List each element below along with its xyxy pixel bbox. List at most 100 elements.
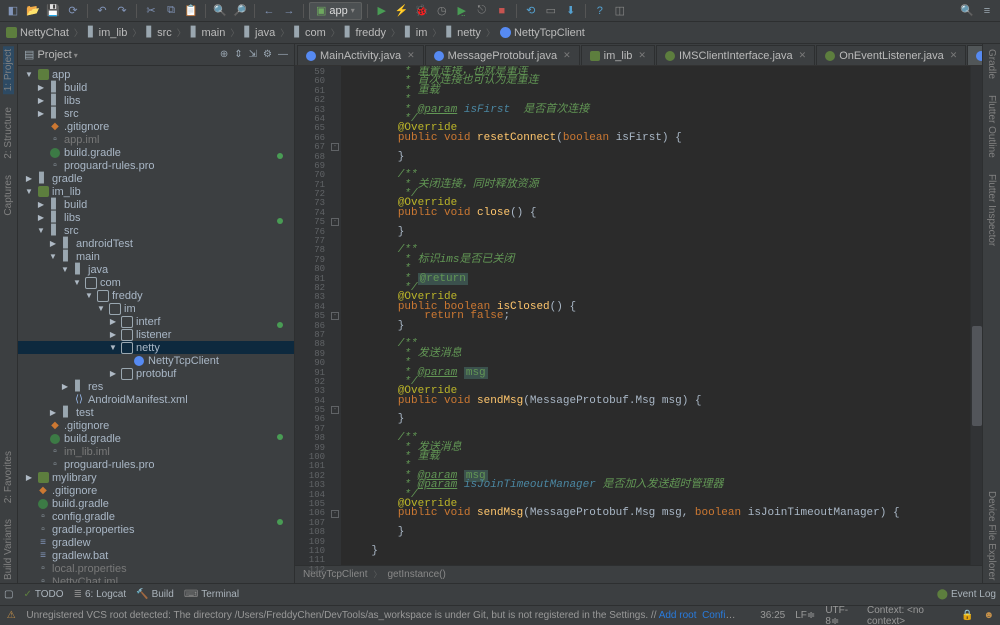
copy-icon[interactable]: ⧉ [162,2,180,20]
attach-debugger-icon[interactable]: ⎋ [473,2,491,20]
tree-item-test[interactable]: ▶▋test [18,406,294,419]
status-encoding[interactable]: UTF-8≑ [825,605,857,625]
crumb-imlib[interactable]: ▋im_lib [88,27,127,39]
crumb-src[interactable]: ▋src [146,27,171,39]
tree-item-src[interactable]: ▶▋src [18,107,294,120]
tree-item-build-gradle[interactable]: build.gradle [18,432,294,445]
tree-item-main[interactable]: ▼▋main [18,250,294,263]
stop-icon[interactable]: ■ [493,2,511,20]
forward-icon[interactable]: → [280,2,298,20]
close-tab-icon[interactable]: ✕ [407,50,415,61]
tab-im-lib[interactable]: im_lib✕ [581,45,655,65]
crumb-main[interactable]: ▋main [191,27,226,39]
fold-toggle[interactable]: - [331,406,339,414]
status-configure[interactable]: Configure [702,610,740,621]
close-tab-icon[interactable]: ✕ [799,50,807,61]
collapse-icon[interactable]: ⇲ [249,49,257,60]
tree-item-app[interactable]: ▼app [18,68,294,81]
fold-column[interactable]: ----- [329,66,341,565]
expand-icon[interactable]: ⇕ [234,49,242,60]
profile-icon[interactable]: ◷ [433,2,451,20]
back-icon[interactable]: ← [260,2,278,20]
tool-build-variants[interactable]: Build Variants [3,516,14,583]
close-tab-icon[interactable]: ✕ [638,50,646,61]
tree-item-build-gradle[interactable]: build.gradle [18,497,294,510]
tree-item-protobuf[interactable]: ▶protobuf [18,367,294,380]
minimap-thumb[interactable] [972,326,982,426]
project-title[interactable]: ▤ Project▾ [24,48,78,61]
android-icon[interactable]: ◧ [4,2,22,20]
tree-item--gitignore[interactable]: ◆.gitignore [18,419,294,432]
crumb-java[interactable]: ▋java [244,27,275,39]
tree-item-listener[interactable]: ▶listener [18,328,294,341]
code-editor[interactable]: * 重置连接，也就是重连 * 首次连接也可认为是重连 * 重载 * * @par… [341,66,970,565]
crumb-class[interactable]: NettyTcpClient [500,27,585,39]
tool-gradle[interactable]: Gradle [986,46,997,82]
undo-icon[interactable]: ↶ [93,2,111,20]
tree-item-gradlew[interactable]: ≡gradlew [18,536,294,549]
tree-item-com[interactable]: ▼com [18,276,294,289]
tree-item-src[interactable]: ▼▋src [18,224,294,237]
tool-terminal[interactable]: ⌨Terminal [184,589,239,600]
crumb-method-footer[interactable]: getInstance() [387,569,445,580]
tab-MessageProtobuf-java[interactable]: MessageProtobuf.java✕ [425,45,580,65]
tool-build[interactable]: 🔨Build [136,589,174,600]
coverage-icon[interactable]: ▶̤ [453,2,471,20]
refresh-icon[interactable]: ⟳ [64,2,82,20]
tool-favorites[interactable]: 2: Favorites [3,448,14,506]
tree-item-im-lib[interactable]: ▼im_lib [18,185,294,198]
tree-item-gradlew-bat[interactable]: ≡gradlew.bat [18,549,294,562]
tree-item-NettyChat-iml[interactable]: ▫NettyChat.iml [18,575,294,583]
crumb-im[interactable]: ▋im [405,27,427,39]
tool-project[interactable]: 1: Project [3,46,14,94]
hide-icon[interactable]: — [278,49,288,60]
gear-icon[interactable]: ⚙ [263,49,272,60]
tree-item-proguard-rules-pro[interactable]: ▫proguard-rules.pro [18,159,294,172]
close-tab-icon[interactable]: ✕ [563,50,571,61]
crumb-freddy[interactable]: ▋freddy [345,27,386,39]
tab-OnEventListener-java[interactable]: OnEventListener.java✕ [816,45,966,65]
tool-flutter-outline[interactable]: Flutter Outline [986,92,997,161]
fold-toggle[interactable]: - [331,510,339,518]
redo-icon[interactable]: ↷ [113,2,131,20]
tool-flutter-inspector[interactable]: Flutter Inspector [986,171,997,249]
tree-item-java[interactable]: ▼▋java [18,263,294,276]
crumb-com[interactable]: ▋com [294,27,325,39]
tool-event-log[interactable]: ⬤Event Log [937,589,996,600]
tree-item-libs[interactable]: ▶▋libs [18,211,294,224]
tree-item-AndroidManifest-xml[interactable]: ⟨⟩AndroidManifest.xml [18,393,294,406]
apply-changes-icon[interactable]: ⚡ [393,2,411,20]
tab-IMSClientInterface-java[interactable]: IMSClientInterface.java✕ [656,45,815,65]
find-icon[interactable]: 🔍 [211,2,229,20]
tree-item-res[interactable]: ▶▋res [18,380,294,393]
crumb-netty[interactable]: ▋netty [446,27,481,39]
tree-item-libs[interactable]: ▶▋libs [18,94,294,107]
tree-item--gitignore[interactable]: ◆.gitignore [18,484,294,497]
lock-icon[interactable]: 🔒 [961,610,973,622]
settings-icon[interactable]: ≡ [978,2,996,20]
status-caret-pos[interactable]: 36:25 [760,610,785,621]
warning-icon[interactable]: ⚠ [6,610,16,622]
fold-toggle[interactable]: - [331,312,339,320]
tree-item-gradle-properties[interactable]: ▫gradle.properties [18,523,294,536]
tree-item-build-gradle[interactable]: build.gradle [18,146,294,159]
structure-icon[interactable]: ◫ [611,2,629,20]
tool-captures[interactable]: Captures [3,172,14,219]
tree-item-gradle[interactable]: ▶▋gradle [18,172,294,185]
save-icon[interactable]: 💾 [44,2,62,20]
project-tree[interactable]: ▼app▶▋build▶▋libs▶▋src◆.gitignore▫app.im… [18,66,294,583]
tree-item-config-gradle[interactable]: ▫config.gradle [18,510,294,523]
tree-item-NettyTcpClient[interactable]: NettyTcpClient [18,354,294,367]
search-everywhere-icon[interactable]: 🔍 [958,2,976,20]
tool-structure[interactable]: 2: Structure [3,104,14,162]
avd-icon[interactable]: ▭ [542,2,560,20]
tool-logcat[interactable]: ≣6: Logcat [74,589,127,600]
tree-item-build[interactable]: ▶▋build [18,81,294,94]
status-add-root[interactable]: Add root [659,610,697,621]
tree-item--gitignore[interactable]: ◆.gitignore [18,120,294,133]
tree-item-freddy[interactable]: ▼freddy [18,289,294,302]
debug-icon[interactable]: 🐞 [413,2,431,20]
tree-item-interf[interactable]: ▶interf [18,315,294,328]
status-context[interactable]: Context: <no context> [867,605,951,625]
run-config-combo[interactable]: ▣app▾ [309,2,362,20]
